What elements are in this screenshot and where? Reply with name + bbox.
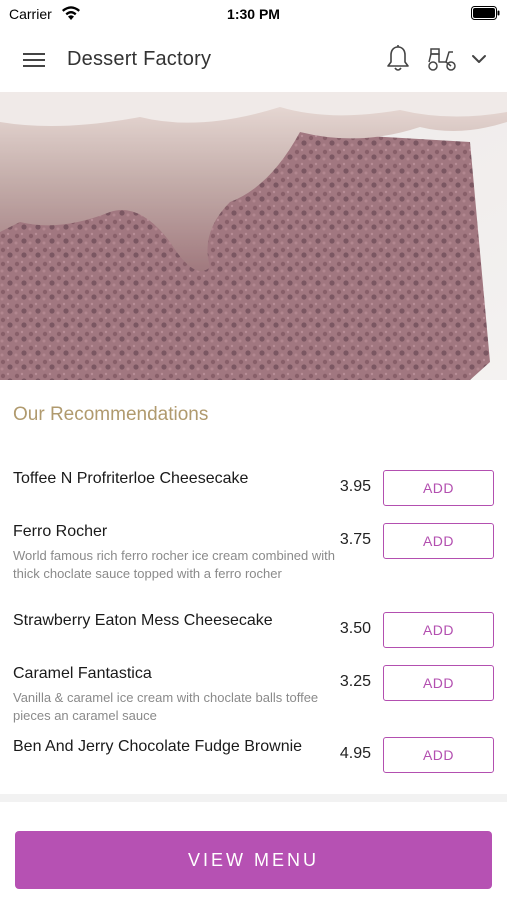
add-button[interactable]: ADD: [383, 737, 494, 773]
cake-image: [0, 92, 507, 380]
add-button[interactable]: ADD: [383, 470, 494, 506]
menu-icon[interactable]: [22, 50, 46, 70]
chevron-down-icon[interactable]: [470, 52, 488, 66]
app-header: Dessert Factory: [0, 28, 507, 92]
clock-label: 1:30 PM: [227, 6, 280, 22]
bell-icon[interactable]: [385, 44, 411, 74]
item-name: Caramel Fantastica: [13, 665, 152, 682]
battery-icon: [471, 6, 500, 20]
item-price: 3.50: [339, 620, 371, 637]
status-bar: Carrier 1:30 PM: [0, 0, 507, 28]
item-name: Ferro Rocher: [13, 523, 108, 540]
scooter-icon[interactable]: [426, 46, 458, 72]
app-title: Dessert Factory: [67, 48, 212, 70]
item-price: 4.95: [339, 745, 371, 762]
item-name: Ben And Jerry Chocolate Fudge Brownie: [13, 738, 303, 755]
hero-image: [0, 92, 507, 380]
add-button[interactable]: ADD: [383, 665, 494, 701]
item-name: Strawberry Eaton Mess Cheesecake: [13, 612, 273, 629]
add-button[interactable]: ADD: [383, 523, 494, 559]
item-price: 3.75: [339, 531, 371, 548]
view-menu-button[interactable]: VIEW MENU: [15, 831, 492, 889]
item-price: 3.25: [339, 673, 371, 690]
section-title: Our Recommendations: [13, 404, 209, 425]
item-description: World famous rich ferro rocher ice cream…: [13, 548, 335, 581]
item-price: 3.95: [339, 478, 371, 495]
item-name: Toffee N Profriterloe Cheesecake: [13, 470, 249, 487]
item-description: Vanilla & caramel ice cream with choclat…: [13, 690, 319, 723]
divider: [0, 794, 507, 802]
add-button[interactable]: ADD: [383, 612, 494, 648]
